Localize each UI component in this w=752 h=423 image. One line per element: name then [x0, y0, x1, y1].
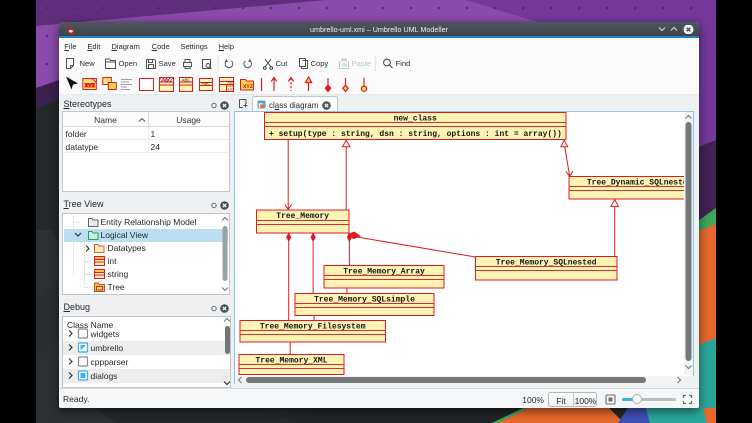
svg-text:Tree_Memory_Array: Tree_Memory_Array	[343, 268, 425, 277]
svg-text:new_class: new_class	[393, 115, 436, 124]
svg-text:dialogs: dialogs	[90, 371, 117, 381]
svg-text:Tree: Tree	[107, 282, 124, 292]
svg-text:Save: Save	[159, 59, 176, 68]
svg-text:Entity Relationship Model: Entity Relationship Model	[100, 217, 196, 227]
svg-text:New: New	[80, 59, 96, 68]
svg-text:Find: Find	[396, 59, 411, 68]
svg-text:Tree_Memory: Tree_Memory	[276, 212, 329, 221]
svg-text:Logical View: Logical View	[100, 230, 148, 240]
svg-text:Tree_Memory_SQLsimple: Tree_Memory_SQLsimple	[314, 295, 415, 304]
svg-text:Copy: Copy	[311, 59, 329, 68]
svg-text:Datatypes: Datatypes	[107, 243, 145, 253]
svg-text:Cut: Cut	[276, 59, 289, 68]
svg-text:Tree_Memory_SQLnested: Tree_Memory_SQLnested	[495, 259, 596, 268]
svg-text:XYZ: XYZ	[243, 83, 254, 90]
svg-text:Tree_Dynamic_SQLnested: Tree_Dynamic_SQLnested	[586, 178, 684, 187]
svg-text:string: string	[107, 269, 128, 279]
svg-text:ABC: ABC	[182, 78, 191, 84]
svg-text:widgets: widgets	[89, 329, 119, 339]
svg-text:Tree_Memory_Filesystem: Tree_Memory_Filesystem	[259, 322, 365, 331]
svg-text:Open: Open	[119, 59, 138, 68]
svg-text:Paste: Paste	[352, 59, 371, 68]
svg-text:123: 123	[228, 89, 236, 93]
svg-text:int: int	[107, 256, 117, 266]
svg-text:Tree_Memory_XML: Tree_Memory_XML	[255, 356, 327, 365]
svg-text:umbrello: umbrello	[90, 343, 123, 353]
svg-text:+ setup(type : string, dsn : s: + setup(type : string, dsn : string, opt…	[269, 130, 562, 139]
svg-text:ABC: ABC	[202, 81, 211, 87]
svg-text:XYZ: XYZ	[85, 82, 96, 89]
svg-text:cppparser: cppparser	[90, 357, 128, 367]
svg-text:ABC: ABC	[163, 78, 172, 84]
